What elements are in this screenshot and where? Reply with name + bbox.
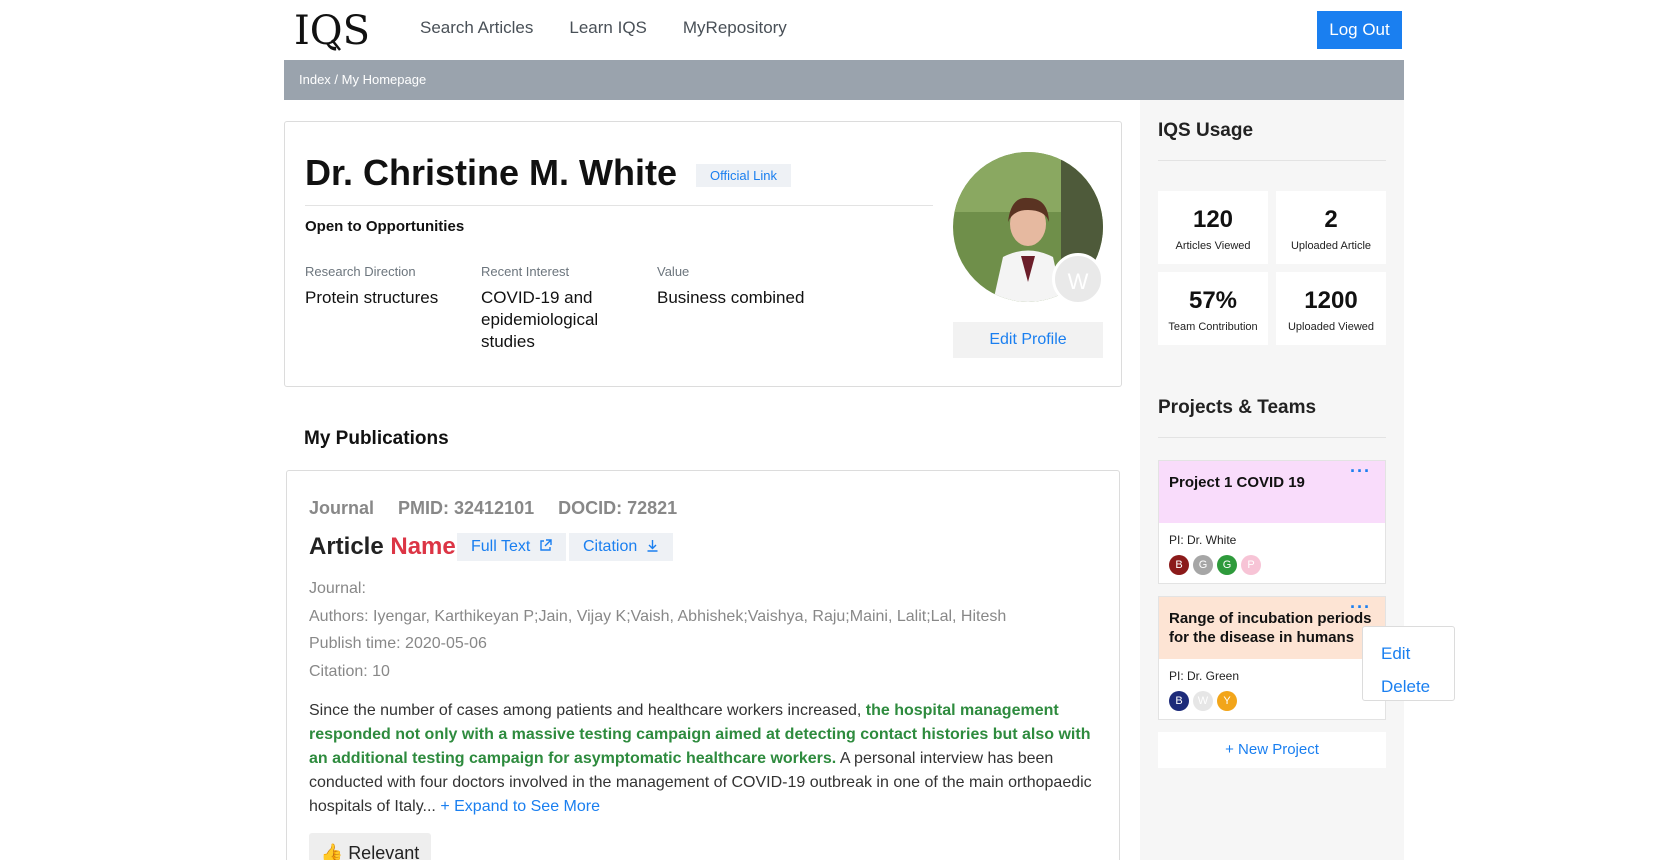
divider [1158, 437, 1386, 438]
field-value-area: Value Business combined [657, 264, 837, 309]
logo-text: IQS [294, 8, 370, 54]
stat-articles-viewed: 120 Articles Viewed [1158, 191, 1268, 264]
divider [1158, 160, 1386, 161]
stat-number: 2 [1324, 206, 1338, 233]
page: IQS Search Articles Learn IQS MyReposito… [284, 0, 1404, 860]
new-project-button[interactable]: + New Project [1158, 732, 1386, 768]
field-value: COVID-19 and epidemiological studies [481, 288, 599, 351]
citation-label: Citation [583, 538, 638, 555]
nav-search-articles[interactable]: Search Articles [420, 18, 533, 38]
avatar[interactable]: B [1169, 691, 1189, 711]
stat-label: Uploaded Article [1290, 240, 1372, 252]
full-text-label: Full Text [471, 538, 531, 555]
stat-label: Articles Viewed [1175, 240, 1251, 252]
publications-heading: My Publications [304, 428, 449, 449]
project-body: PI: Dr. Green B W Y [1159, 659, 1385, 719]
sidebar: IQS Usage 120 Articles Viewed 2 Uploaded… [1140, 100, 1404, 860]
abstract-text: Since the number of cases among patients… [309, 702, 866, 719]
download-icon [647, 540, 658, 552]
breadcrumb: Index / My Homepage [284, 60, 1404, 100]
divider [305, 205, 933, 206]
projects-title: Projects & Teams [1158, 397, 1317, 418]
stat-team-contribution: 57% Team Contribution [1158, 272, 1268, 345]
stat-number: 1200 [1304, 287, 1358, 314]
official-link[interactable]: Official Link [696, 164, 791, 187]
field-value: Business combined [657, 288, 805, 307]
profile-name: Dr. Christine M. White [305, 152, 678, 193]
stat-label: Uploaded Viewed [1287, 321, 1375, 333]
member-avatars: B G G P [1169, 555, 1375, 575]
more-options-icon[interactable]: ··· [1350, 461, 1371, 482]
nav-my-repository[interactable]: MyRepository [683, 18, 787, 38]
more-options-icon[interactable]: ··· [1350, 597, 1371, 618]
logo-mark-icon: IQS [294, 8, 370, 54]
project-card[interactable]: Project 1 COVID 19 ··· PI: Dr. White B G… [1158, 460, 1386, 584]
iqs-logo[interactable]: IQS [294, 6, 372, 54]
thumbs-up-icon: 👍 [320, 843, 344, 860]
avatar[interactable]: G [1193, 555, 1213, 575]
menu-item-edit[interactable]: Edit [1381, 637, 1436, 670]
publication-docid: DOCID: 72821 [558, 498, 678, 518]
project-card[interactable]: Range of incubation periods for the dise… [1158, 596, 1386, 720]
avatar-badge: W [1052, 253, 1104, 305]
publication-journal: Journal: [309, 580, 366, 597]
usage-title: IQS Usage [1158, 120, 1254, 141]
avatar[interactable]: G [1217, 555, 1237, 575]
nav-learn-iqs[interactable]: Learn IQS [569, 18, 647, 38]
field-value: Protein structures [305, 288, 439, 307]
article-title-main: Article [309, 533, 384, 560]
logout-button[interactable]: Log Out [1317, 11, 1402, 49]
opportunity-status: Open to Opportunities [305, 218, 465, 235]
stat-number: 57% [1188, 287, 1238, 314]
field-recent-interest: Recent Interest COVID-19 and epidemiolog… [481, 264, 631, 353]
field-label: Value [657, 264, 690, 279]
stat-number: 120 [1192, 206, 1234, 233]
field-research-direction: Research Direction Protein structures [305, 264, 485, 309]
avatar[interactable]: B [1169, 555, 1189, 575]
relevant-button[interactable]: 👍 Relevant [309, 833, 431, 860]
profile-card: Dr. Christine M. White Official Link Ope… [284, 121, 1122, 387]
usage-stats: 120 Articles Viewed 2 Uploaded Article 5… [1158, 191, 1386, 345]
citation-button[interactable]: Citation [569, 533, 673, 561]
article-title-accent: Name [390, 533, 456, 560]
project-body: PI: Dr. White B G G P [1159, 523, 1385, 583]
navbar: IQS Search Articles Learn IQS MyReposito… [284, 0, 1404, 60]
full-text-button[interactable]: Full Text [457, 533, 566, 561]
publication-abstract: Since the number of cases among patients… [309, 699, 1109, 819]
field-label: Recent Interest [481, 264, 570, 279]
expand-link[interactable]: + Expand to See More [440, 798, 600, 815]
nav-links: Search Articles Learn IQS MyRepository [420, 18, 787, 38]
publication-authors: Authors: Iyengar, Karthikeyan P;Jain, Vi… [309, 607, 1007, 625]
publication-pmid: PMID: 32412101 [398, 498, 535, 518]
publication-meta: Journal PMID: 32412101 DOCID: 72821 [309, 498, 677, 519]
avatar[interactable]: W [1193, 691, 1213, 711]
project-pi: PI: Dr. White [1169, 533, 1237, 547]
stat-label: Team Contribution [1168, 321, 1258, 333]
relevant-label: Relevant [348, 843, 420, 860]
stat-uploaded-viewed: 1200 Uploaded Viewed [1276, 272, 1386, 345]
project-pi: PI: Dr. Green [1169, 669, 1240, 683]
avatar[interactable]: Y [1217, 691, 1237, 711]
edit-profile-button[interactable]: Edit Profile [953, 322, 1103, 358]
external-link-icon [540, 539, 552, 551]
publication-citation: Citation: 10 [309, 662, 390, 680]
publication-card: Journal PMID: 32412101 DOCID: 72821 Arti… [286, 470, 1120, 860]
menu-item-delete[interactable]: Delete [1381, 670, 1436, 703]
publication-info: Journal: Authors: Iyengar, Karthikeyan P… [309, 575, 1006, 685]
publication-time: Publish time: 2020-05-06 [309, 635, 487, 652]
stat-uploaded-article: 2 Uploaded Article [1276, 191, 1386, 264]
member-avatars: B W Y [1169, 691, 1375, 711]
publication-type: Journal [309, 498, 375, 518]
avatar[interactable]: P [1241, 555, 1261, 575]
project-context-menu: Edit Delete [1362, 626, 1455, 701]
field-label: Research Direction [305, 264, 416, 279]
article-title[interactable]: Article Name [309, 533, 456, 561]
